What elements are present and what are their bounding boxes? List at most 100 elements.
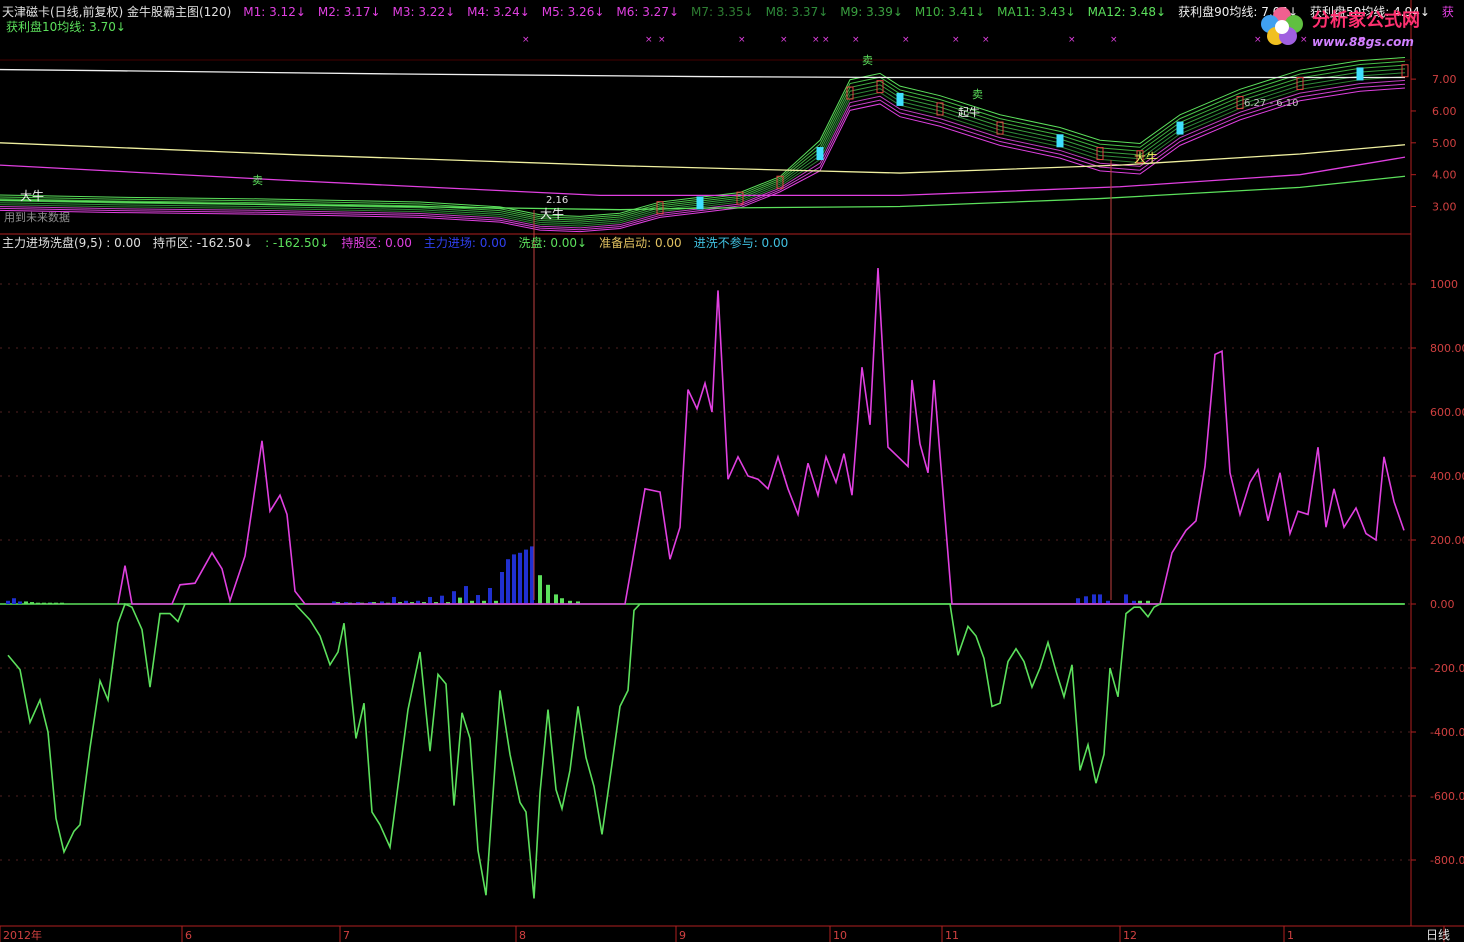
volume-bars: [6, 546, 1150, 604]
bull-signal-3: 大牛: [1134, 150, 1158, 165]
indicator-bar: [6, 600, 10, 604]
legend-item: 进洗不参与: 0.00: [693, 236, 789, 250]
indicator-bar: [392, 596, 396, 604]
indicator-bar: [428, 596, 432, 604]
ma-line: [0, 56, 1406, 217]
indicator-bar: [1124, 594, 1128, 604]
svg-text:×: ×: [645, 35, 653, 45]
svg-text:×: ×: [982, 35, 990, 45]
candle: [1096, 147, 1104, 161]
y-tick-label: -800.00: [1430, 854, 1464, 867]
svg-text:×: ×: [812, 35, 820, 45]
x-tick-label: 7: [343, 929, 350, 942]
indicator-bar: [36, 602, 40, 604]
candle: [1401, 64, 1409, 78]
y-tick-label: 200.00: [1430, 534, 1464, 547]
legend-item: M5: 3.26↓: [541, 5, 605, 19]
y-axis: 7.00 6.00 5.00 4.00 3.00 1000 800.00 600.00 400.…: [1411, 73, 1464, 867]
y-tick-label: 1000: [1430, 278, 1458, 291]
indicator-line-1: [7, 602, 1404, 899]
low-price-label: 2.16: [546, 195, 568, 206]
y-tick-label: 4.00: [1432, 169, 1457, 182]
candle: [816, 147, 824, 161]
legend-item: MA11: 3.43↓: [997, 5, 1076, 19]
svg-text:×: ×: [852, 35, 860, 45]
indicator-bar: [24, 601, 28, 604]
candle: [936, 102, 944, 116]
svg-text:×: ×: [952, 35, 960, 45]
bull-signal-1: 大牛: [20, 188, 44, 203]
sub-chart-legend: 主力进场洗盘(9,5) : 0.00 持币区: -162.50↓: -162.50…: [2, 236, 800, 250]
x-tick-label: 8: [519, 929, 526, 942]
candle: [1296, 76, 1304, 90]
legend-item: 天津磁卡(日线,前复权) 金牛股霸主图(120): [2, 5, 232, 19]
indicator-line-0: [117, 267, 1405, 605]
logo-title: 分析家公式网: [1312, 9, 1420, 31]
legend-item: 洗盘: 0.00↓: [518, 236, 588, 250]
legend-item: 持币区: -162.50↓: [152, 236, 254, 250]
indicator-bar: [48, 602, 52, 604]
sell-signal-2: 卖: [972, 88, 983, 101]
legend-item: : -162.50↓: [265, 236, 330, 250]
x-tick-label: 10: [833, 929, 847, 942]
indicator-bar: [518, 552, 522, 604]
grid-lines: [0, 283, 1411, 861]
indicator-bar: [538, 575, 542, 604]
y-tick-label: 6.00: [1432, 105, 1457, 118]
indicator-bar: [560, 598, 564, 604]
indicator-bar: [54, 602, 58, 604]
indicator-bar: [530, 546, 534, 604]
x-tick-label: 6: [185, 929, 192, 942]
y-tick-label: 800.00: [1430, 342, 1464, 355]
candle: [696, 196, 704, 210]
legend-item: 准备启动: 0.00: [599, 236, 682, 250]
legend-profit-10: 获利盘10均线: 3.70↓: [6, 20, 126, 34]
x-tick-label: 11: [945, 929, 959, 942]
legend-item: M9: 3.39↓: [840, 5, 903, 19]
indicator-bar: [506, 559, 510, 604]
candle: [1056, 134, 1064, 148]
y-tick-label: 5.00: [1432, 137, 1457, 150]
legend-item: MA12: 3.48↓: [1087, 5, 1167, 19]
y-tick-label: 0.00: [1430, 598, 1455, 611]
site-logo: 分析家公式网 www.88gs.com: [1256, 2, 1456, 52]
legend-item: M10: 3.41↓: [914, 5, 986, 19]
svg-text:×: ×: [522, 35, 530, 45]
indicator-series: [7, 267, 1405, 899]
legend-item: M8: 3.37↓: [765, 5, 829, 19]
indicator-bar: [476, 595, 480, 604]
svg-text:×: ×: [738, 35, 746, 45]
indicator-bar: [440, 595, 444, 604]
x-axis: 2012年 6 7 8 9 10 11 12 1: [0, 926, 1294, 942]
candle: [1356, 67, 1364, 81]
candle: [1176, 121, 1184, 135]
legend-item: 持股区: 0.00: [341, 236, 412, 250]
indicator-bar: [1092, 594, 1096, 604]
bull-signal-2: 大牛: [540, 206, 564, 221]
indicator-bar: [458, 597, 462, 604]
legend-item: M3: 3.22↓: [392, 5, 456, 19]
candle: [896, 92, 904, 106]
price-series: [0, 56, 1409, 233]
indicator-bar: [464, 586, 468, 604]
start-bull-signal: 起牛: [958, 105, 980, 119]
indicator-bar: [524, 549, 528, 604]
svg-text:×: ×: [658, 35, 666, 45]
legend-item: M2: 3.17↓: [317, 5, 381, 19]
indicator-bar: [488, 588, 492, 604]
logo-url: www.88gs.com: [1312, 35, 1414, 49]
legend-item: M4: 3.24↓: [467, 5, 530, 19]
svg-text:×: ×: [1110, 35, 1118, 45]
range-label: 6.27 - 6.10: [1244, 98, 1299, 109]
indicator-bar: [1076, 598, 1080, 604]
indicator-bar: [60, 602, 64, 604]
indicator-bar: [512, 554, 516, 604]
candle: [1236, 96, 1244, 110]
stock-chart-screen[interactable]: 7.00 6.00 5.00 4.00 3.00 1000 800.00 600.00 400.…: [0, 0, 1464, 942]
indicator-bar: [546, 584, 550, 604]
period-label[interactable]: 日线: [1426, 928, 1450, 942]
x-tick-label: 12: [1123, 929, 1137, 942]
series-line-1: [0, 142, 1406, 174]
svg-text:×: ×: [780, 35, 788, 45]
svg-text:×: ×: [1068, 35, 1076, 45]
